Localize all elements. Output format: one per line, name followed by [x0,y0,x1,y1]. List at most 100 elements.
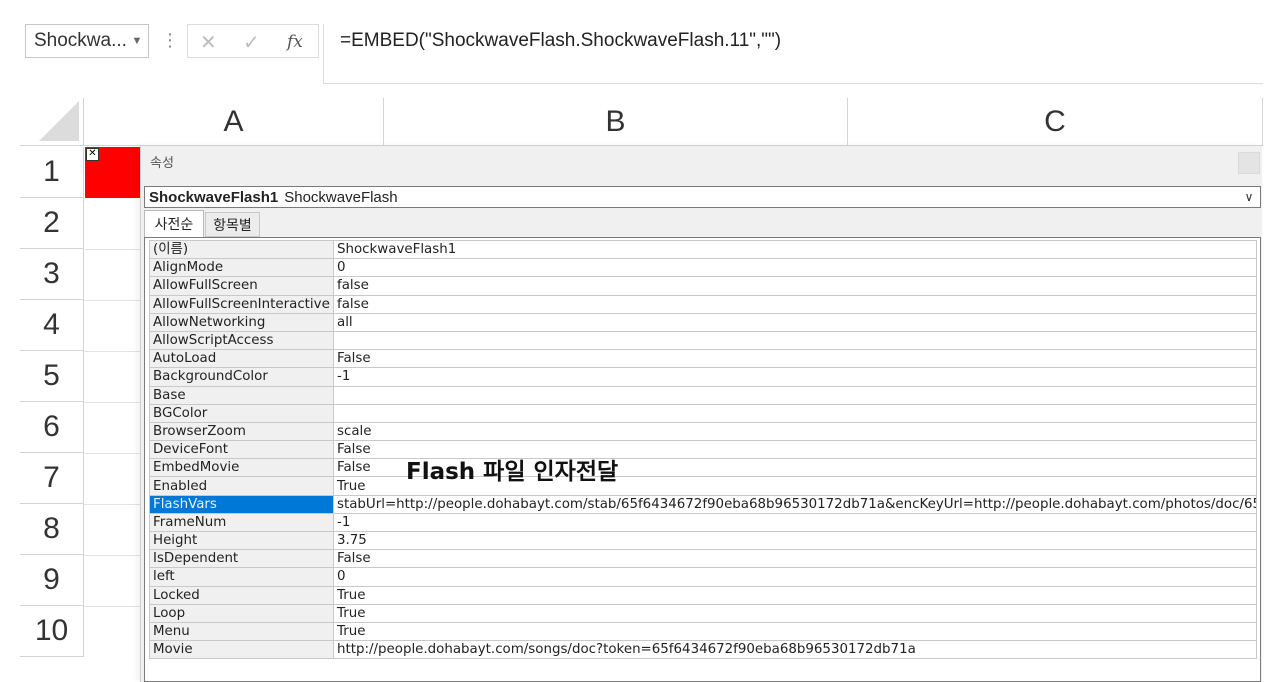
close-button[interactable] [1238,152,1260,174]
property-value[interactable]: http://people.dohabayt.com/songs/doc?tok… [333,640,1257,660]
more-options-icon[interactable]: ⋮ [161,30,179,51]
property-name[interactable]: BrowserZoom [149,421,334,442]
property-row[interactable]: EmbedMovie False [149,458,1257,478]
property-value[interactable]: 3.75 [333,530,1257,551]
property-row[interactable]: Menu True [149,621,1257,642]
property-name[interactable]: Menu [149,621,334,642]
chevron-down-icon[interactable]: ∨ [1238,190,1260,204]
property-name[interactable]: FlashVars [149,494,334,514]
property-name[interactable]: (이름) [149,239,334,260]
property-row[interactable]: IsDependent False [149,549,1257,569]
property-name[interactable]: DeviceFont [149,440,334,460]
row-header-1[interactable]: 1 [20,147,84,198]
property-grid: (이름) ShockwaveFlash1 AlignMode 0 AllowFullSc… [144,237,1261,682]
property-row[interactable]: left 0 [149,567,1257,587]
object-selector[interactable]: ShockwaveFlash1 ShockwaveFlash ∨ [144,186,1261,208]
property-name[interactable]: BGColor [149,403,334,423]
property-name[interactable]: FrameNum [149,512,334,533]
row-header-6[interactable]: 6 [20,402,84,453]
property-name[interactable]: IsDependent [149,549,334,569]
property-row[interactable]: (이름) ShockwaveFlash1 [149,239,1257,260]
property-name[interactable]: AlignMode [149,258,334,278]
property-row[interactable]: FlashVars stabUrl=http://people.dohabayt.… [149,494,1257,514]
property-value[interactable]: all [333,312,1257,332]
select-all-corner[interactable] [20,98,84,146]
property-row[interactable]: DeviceFont False [149,440,1257,460]
insert-function-icon[interactable]: fx [287,32,303,52]
row-header-5[interactable]: 5 [20,351,84,402]
property-name[interactable]: Loop [149,603,334,623]
property-name[interactable]: AutoLoad [149,349,334,369]
gridline [84,453,140,454]
property-value[interactable]: scale [333,421,1257,442]
property-value[interactable]: false [333,276,1257,296]
property-row[interactable]: AlignMode 0 [149,258,1257,278]
row-header-2[interactable]: 2 [20,198,84,249]
cancel-icon[interactable]: ✕ [200,30,217,55]
name-box[interactable]: Shockwa... ▼ [25,24,149,58]
property-row[interactable]: AllowScriptAccess [149,330,1257,351]
formula-text: =EMBED("ShockwaveFlash.ShockwaveFlash.11… [340,30,782,51]
property-value[interactable]: True [333,585,1257,605]
name-box-value: Shockwa... [34,30,126,51]
gridline [84,402,140,403]
property-name[interactable]: Locked [149,585,334,605]
property-value[interactable] [333,385,1257,405]
row-header-9[interactable]: 9 [20,555,84,606]
property-value[interactable]: stabUrl=http://people.dohabayt.com/stab/… [333,494,1257,514]
property-value[interactable]: -1 [333,512,1257,533]
property-row[interactable]: BackgroundColor -1 [149,367,1257,387]
property-name[interactable]: Enabled [149,476,334,496]
property-row[interactable]: BGColor [149,403,1257,423]
property-row[interactable]: AllowFullScreenInteractive false [149,294,1257,314]
property-value[interactable]: False [333,349,1257,369]
property-row[interactable]: BrowserZoom scale [149,421,1257,442]
property-value[interactable]: 0 [333,258,1257,278]
property-name[interactable]: left [149,567,334,587]
property-row[interactable]: AutoLoad False [149,349,1257,369]
property-value[interactable]: ShockwaveFlash1 [333,239,1257,260]
column-header-c[interactable]: C [848,98,1263,146]
properties-window: 속성 ShockwaveFlash1 ShockwaveFlash ∨ 사전순 … [140,146,1262,682]
row-header-10[interactable]: 10 [20,606,84,657]
property-name[interactable]: BackgroundColor [149,367,334,387]
property-row[interactable]: Base [149,385,1257,405]
row-header-7[interactable]: 7 [20,453,84,504]
property-value[interactable]: false [333,294,1257,314]
property-row[interactable]: Height 3.75 [149,530,1257,551]
property-value[interactable]: True [333,603,1257,623]
check-icon[interactable]: ✓ [243,30,260,55]
column-header-b[interactable]: B [384,98,848,146]
property-name[interactable]: EmbedMovie [149,458,334,478]
gridline [84,504,140,505]
row-header-3[interactable]: 3 [20,249,84,300]
tab-alphabetic[interactable]: 사전순 [144,210,204,237]
property-value[interactable]: 0 [333,567,1257,587]
property-name[interactable]: Base [149,385,334,405]
property-value[interactable]: False [333,549,1257,569]
tab-categorized[interactable]: 항목별 [205,212,260,237]
property-name[interactable]: Movie [149,640,334,660]
property-row[interactable]: AllowNetworking all [149,312,1257,332]
property-value[interactable]: -1 [333,367,1257,387]
property-row[interactable]: FrameNum -1 [149,512,1257,533]
property-row[interactable]: AllowFullScreen false [149,276,1257,296]
column-header-a[interactable]: A [84,98,384,146]
property-row[interactable]: Locked True [149,585,1257,605]
row-header-4[interactable]: 4 [20,300,84,351]
property-name[interactable]: AllowNetworking [149,312,334,332]
property-value[interactable]: True [333,621,1257,642]
property-row[interactable]: Enabled True [149,476,1257,496]
property-name[interactable]: AllowFullScreenInteractive [149,294,334,314]
row-header-8[interactable]: 8 [20,504,84,555]
property-row[interactable]: Movie http://people.dohabayt.com/songs/do… [149,640,1257,660]
property-value[interactable] [333,330,1257,351]
property-name[interactable]: Height [149,530,334,551]
property-row[interactable]: Loop True [149,603,1257,623]
gridline [84,300,140,301]
property-value[interactable] [333,403,1257,423]
property-name[interactable]: AllowFullScreen [149,276,334,296]
property-name[interactable]: AllowScriptAccess [149,330,334,351]
formula-input[interactable]: =EMBED("ShockwaveFlash.ShockwaveFlash.11… [323,24,1263,84]
chevron-down-icon[interactable]: ▼ [126,35,148,47]
